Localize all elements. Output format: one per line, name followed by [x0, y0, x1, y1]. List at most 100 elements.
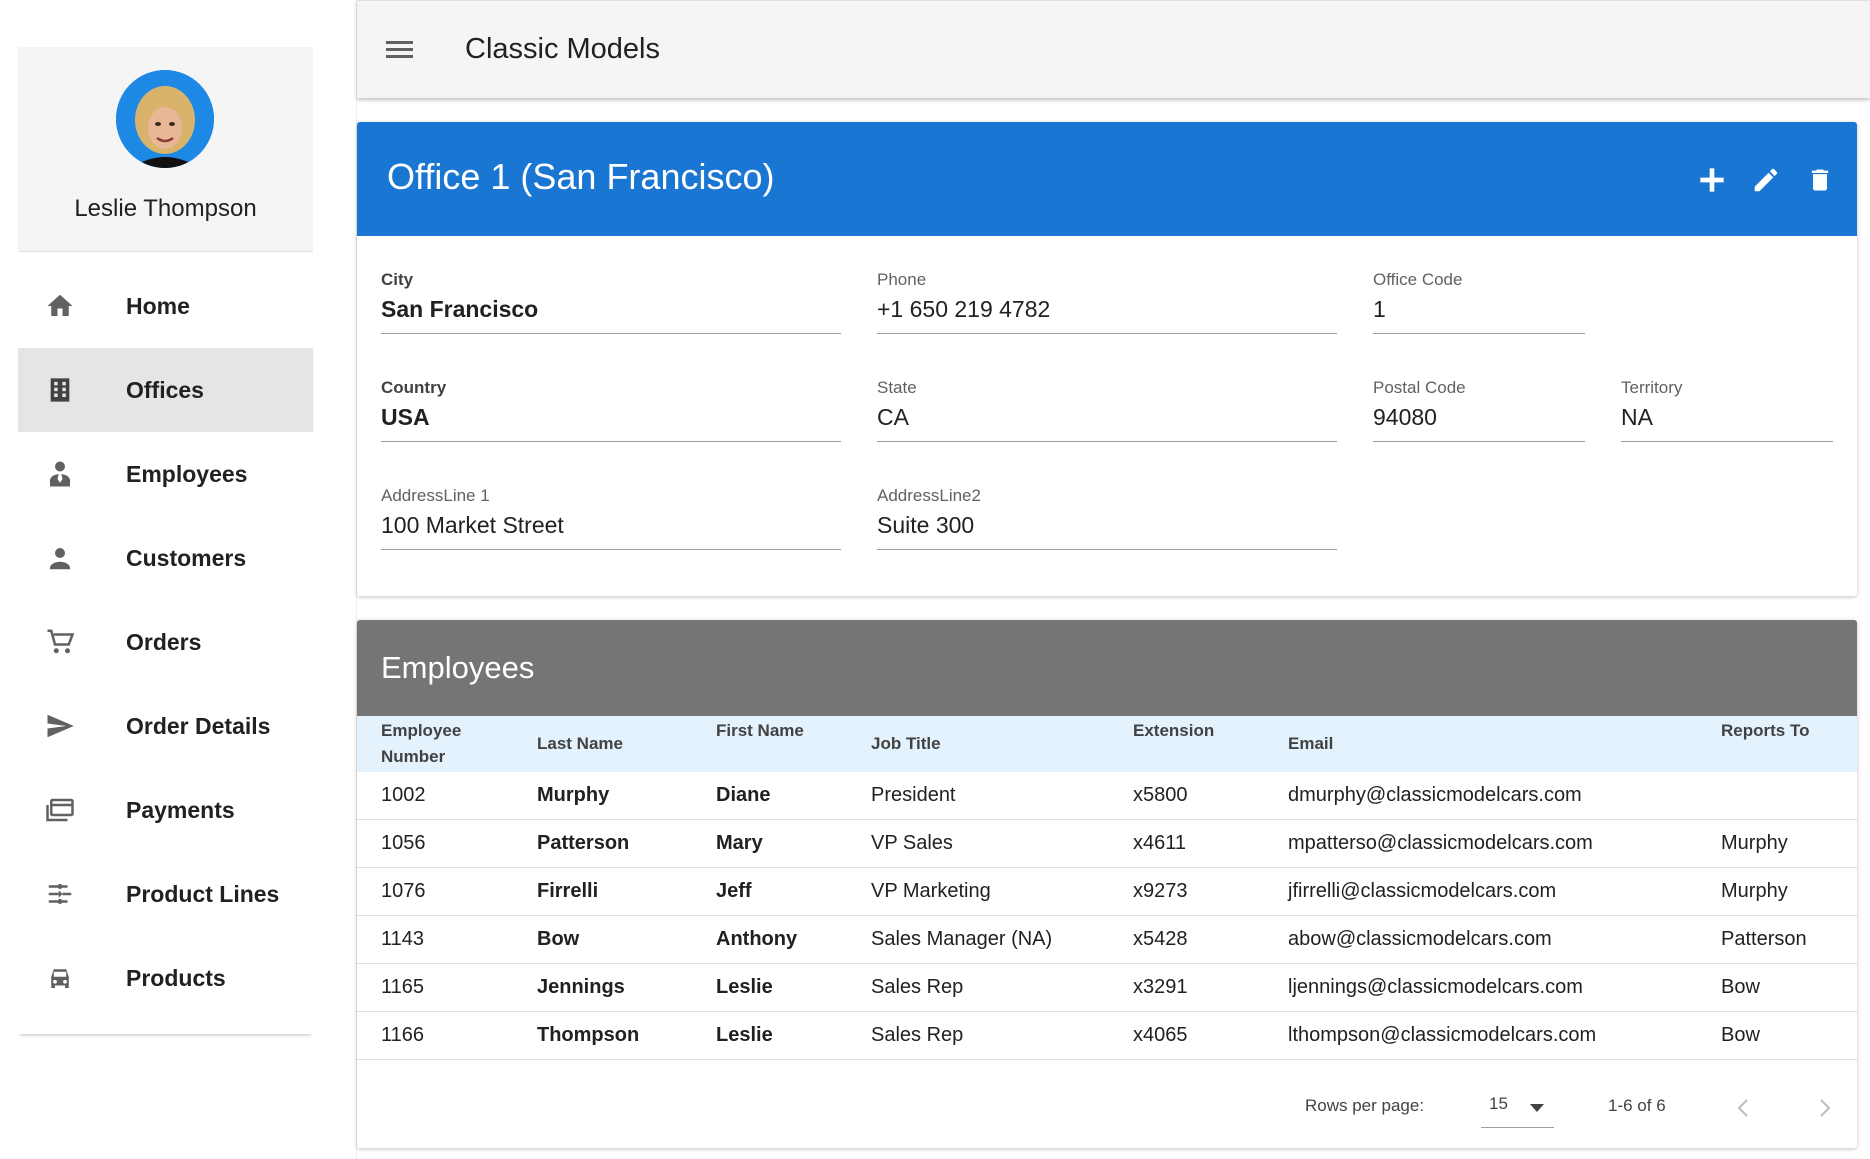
column-header-employee-number[interactable]: Employee Number [381, 718, 461, 770]
state-field[interactable]: State CA [877, 378, 1337, 442]
cell-reports-to: Patterson [1721, 928, 1807, 950]
sidebar-item-offices[interactable]: Offices [18, 348, 313, 432]
column-header-job-title[interactable]: Job Title [871, 731, 941, 757]
cell-last-name: Thompson [537, 1024, 640, 1046]
sidebar-item-home[interactable]: Home [18, 264, 313, 348]
cell-employee-number: 1165 [381, 976, 425, 998]
postal-code-field[interactable]: Postal Code 94080 [1373, 378, 1585, 442]
table-row[interactable]: 1143 Bow Anthony Sales Manager (NA) x5428 abo… [357, 916, 1857, 964]
table-row[interactable]: 1002 Murphy Diane President x5800 dmurphy@cla… [357, 772, 1857, 820]
app-title: Classic Models [465, 33, 660, 65]
sidebar-item-label: Offices [126, 376, 204, 403]
send-icon [43, 709, 77, 743]
phone-field[interactable]: Phone +1 650 219 4782 [877, 270, 1337, 334]
sidebar-item-customers[interactable]: Customers [18, 516, 313, 600]
office-title: Office 1 (San Francisco) [387, 156, 775, 197]
table-row[interactable]: 1076 Firrelli Jeff VP Marketing x9273 jfirrel… [357, 868, 1857, 916]
postal-code-label: Postal Code [1373, 378, 1466, 397]
address-line1-field[interactable]: AddressLine 1 100 Market Street [381, 486, 841, 550]
cell-extension: x5428 [1133, 928, 1188, 950]
sidebar-menu: Home Offices Employees Customers Orders … [18, 264, 313, 1034]
table-row[interactable]: 1056 Patterson Mary VP Sales x4611 mpatterso@… [357, 820, 1857, 868]
column-header-extension[interactable]: Extension [1133, 718, 1214, 744]
cell-reports-to: Murphy [1721, 832, 1788, 854]
cell-employee-number: 1143 [381, 928, 425, 950]
cell-employee-number: 1166 [381, 1024, 425, 1046]
sidebar-item-label: Order Details [126, 712, 271, 739]
previous-page-button[interactable] [1724, 1088, 1764, 1128]
cell-last-name: Jennings [537, 976, 625, 998]
column-header-reports-to[interactable]: Reports To [1721, 718, 1809, 744]
territory-field[interactable]: Territory NA [1621, 378, 1833, 442]
sidebar-item-product-lines[interactable]: Product Lines [18, 852, 313, 936]
country-field[interactable]: Country USA [381, 378, 841, 442]
car-icon [43, 961, 77, 995]
column-header-label: Number [381, 747, 446, 766]
user-name: Leslie Thompson [74, 195, 257, 222]
postal-code-value: 94080 [1373, 404, 1585, 442]
office-code-value: 1 [1373, 296, 1585, 334]
sidebar-item-payments[interactable]: Payments [18, 768, 313, 852]
avatar[interactable] [116, 70, 214, 168]
sidebar-item-label: Employees [126, 460, 248, 487]
address-line2-value: Suite 300 [877, 512, 1337, 550]
cell-email: abow@classicmodelcars.com [1288, 928, 1552, 950]
column-header-email[interactable]: Email [1288, 731, 1333, 757]
cell-first-name: Leslie [716, 976, 773, 998]
cell-employee-number: 1076 [381, 880, 426, 902]
top-app-bar: Classic Models [357, 0, 1870, 98]
cell-email: lthompson@classicmodelcars.com [1288, 1024, 1597, 1046]
edit-button[interactable] [1746, 160, 1786, 200]
sidebar-item-order-details[interactable]: Order Details [18, 684, 313, 768]
table-row[interactable]: 1166 Thompson Leslie Sales Rep x4065 lthompso… [357, 1012, 1857, 1060]
address-line1-label: AddressLine 1 [381, 486, 490, 505]
city-field[interactable]: City San Francisco [381, 270, 841, 334]
sidebar-item-label: Home [126, 292, 190, 319]
employees-card: Employees Employee Number Last Name Firs… [357, 620, 1857, 1148]
user-profile: Leslie Thompson [18, 47, 313, 252]
cell-first-name: Jeff [716, 880, 752, 902]
column-header-last-name[interactable]: Last Name [537, 731, 623, 757]
address-line1-value: 100 Market Street [381, 512, 841, 550]
column-header-first-name[interactable]: First Name [716, 718, 804, 744]
rows-per-page-label: Rows per page: [1305, 1096, 1425, 1115]
cell-last-name: Bow [537, 928, 580, 950]
cart-icon [43, 625, 77, 659]
office-code-field[interactable]: Office Code 1 [1373, 270, 1585, 334]
app-root: Leslie Thompson Home Offices Employees C… [0, 0, 1870, 1159]
cell-extension: x4065 [1133, 1024, 1188, 1046]
person-icon [43, 541, 77, 575]
country-label: Country [381, 378, 447, 397]
cell-job-title: VP Marketing [871, 880, 991, 902]
edit-icon [1754, 168, 1778, 192]
sidebar-item-products[interactable]: Products [18, 936, 313, 1020]
cell-email: jfirrelli@classicmodelcars.com [1288, 880, 1557, 902]
cell-extension: x3291 [1133, 976, 1188, 998]
address-line2-field[interactable]: AddressLine2 Suite 300 [877, 486, 1337, 550]
state-value: CA [877, 404, 1337, 442]
sidebar-item-label: Payments [126, 796, 235, 823]
sidebar-item-orders[interactable]: Orders [18, 600, 313, 684]
menu-icon[interactable] [383, 35, 417, 65]
cell-last-name: Patterson [537, 832, 630, 854]
territory-value: NA [1621, 404, 1833, 442]
sidebar-item-employees[interactable]: Employees [18, 432, 313, 516]
sidebar: Leslie Thompson Home Offices Employees C… [0, 0, 357, 1159]
city-label: City [381, 270, 414, 289]
cell-first-name: Leslie [716, 1024, 773, 1046]
cell-reports-to: Bow [1721, 976, 1760, 998]
delete-button[interactable] [1800, 160, 1840, 200]
delete-icon [1811, 169, 1829, 191]
cell-job-title: Sales Rep [871, 976, 964, 998]
add-button[interactable] [1692, 160, 1732, 200]
cell-job-title: Sales Manager (NA) [871, 928, 1053, 950]
cell-employee-number: 1056 [381, 832, 426, 854]
cell-job-title: VP Sales [871, 832, 953, 854]
country-value: USA [381, 404, 841, 442]
payments-icon [43, 793, 77, 827]
cell-reports-to: Murphy [1721, 880, 1788, 902]
table-row[interactable]: 1165 Jennings Leslie Sales Rep x3291 ljenning… [357, 964, 1857, 1012]
territory-label: Territory [1621, 378, 1683, 397]
pagination-range: 1-6 of 6 [1608, 1096, 1666, 1115]
next-page-button[interactable] [1804, 1088, 1844, 1128]
